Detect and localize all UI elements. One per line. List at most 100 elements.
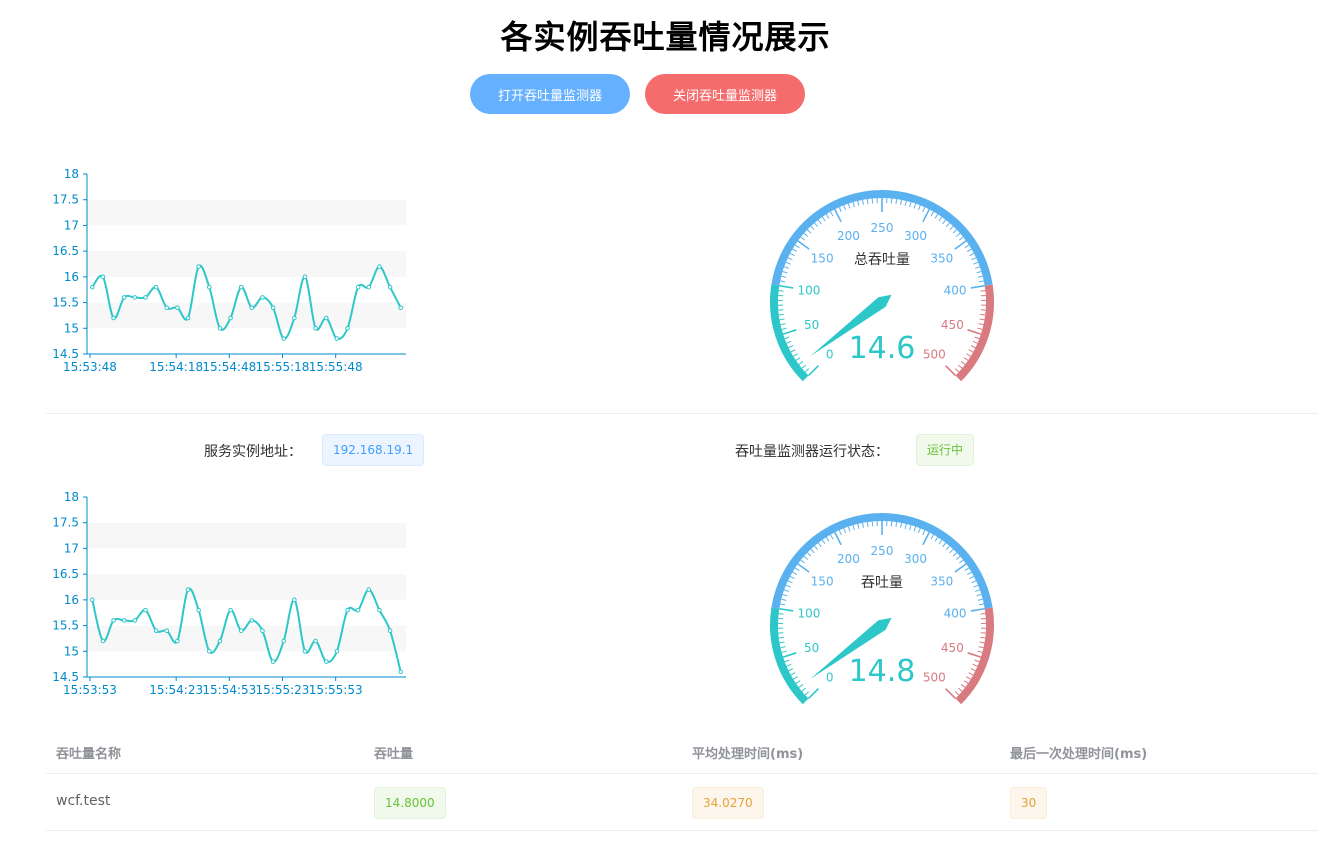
gauge-minor-tick — [964, 567, 970, 572]
y-tick-label: 18 — [64, 490, 79, 504]
gauge-value: 14.8 — [849, 654, 916, 689]
open-monitor-button[interactable]: 打开吞吐量监测器 — [470, 74, 630, 114]
gauge-minor-tick — [814, 545, 819, 551]
gauge-minor-tick — [793, 676, 798, 680]
service-address-label: 服务实例地址： — [204, 444, 302, 460]
data-point — [206, 284, 212, 290]
gauge-tick-label: 300 — [904, 229, 927, 243]
gauge-minor-tick — [830, 534, 834, 540]
gauge-minor-tick — [847, 526, 851, 532]
gauge-minor-tick — [790, 672, 796, 676]
gauge-minor-tick — [930, 534, 934, 540]
gauge-major-tick — [807, 688, 819, 700]
gauge-minor-tick — [780, 280, 786, 283]
gauge-tick-label: 250 — [871, 221, 894, 235]
gauge-minor-tick — [806, 229, 812, 234]
gauge-minor-tick — [954, 368, 960, 373]
gauge-minor-tick — [974, 336, 980, 340]
gauge-minor-tick — [794, 567, 800, 572]
gauge-minor-tick — [800, 236, 806, 241]
cell-name: wcf.test — [56, 793, 111, 809]
gauge-major-tick — [779, 284, 794, 289]
gauge-tick-label: 100 — [797, 283, 820, 297]
gauge-minor-tick — [969, 575, 975, 580]
grid-band — [87, 251, 406, 277]
gauge-minor-tick — [803, 555, 809, 560]
y-tick-label: 15 — [64, 321, 79, 335]
gauge-minor-tick — [942, 542, 947, 548]
gauge-minor-tick — [945, 545, 950, 551]
gauge-minor-tick — [825, 213, 830, 219]
gauge-minor-tick — [942, 219, 947, 225]
gauge-minor-tick — [817, 219, 822, 225]
x-tick-label: 15:55:18 — [256, 360, 310, 374]
gauge-minor-tick — [779, 318, 785, 321]
data-point — [153, 628, 159, 634]
data-point — [164, 628, 170, 634]
gauge-major-tick — [967, 329, 982, 335]
y-tick-label: 15.5 — [52, 296, 79, 310]
gauge-minor-tick — [788, 668, 794, 672]
grid-band — [87, 625, 406, 652]
total-throughput-gauge: 0 50 100 150200 250 300350 400 450 500 总吞吐量 14.6 — [770, 190, 994, 382]
gauge-minor-tick — [909, 201, 912, 208]
gauge-minor-tick — [964, 244, 970, 249]
data-point — [196, 607, 201, 613]
gauge-minor-tick — [783, 266, 790, 269]
gauge-minor-tick — [852, 201, 855, 208]
gauge-minor-tick — [780, 323, 786, 326]
gauge-minor-tick — [976, 270, 982, 274]
y-tick-label: 15 — [64, 644, 79, 658]
data-point — [270, 305, 276, 311]
gauge-value: 14.6 — [849, 331, 916, 366]
data-point — [302, 274, 308, 280]
cell-throughput-tag: 14.8000 — [374, 787, 446, 819]
data-point — [334, 648, 340, 654]
gauge-minor-tick — [798, 684, 804, 688]
x-tick-label: 15:54:23 — [149, 683, 203, 697]
instance-throughput-line-chart: 14.5 15 15.5 16 16.5 17 17.5 18 15:53:53 15:54:23… — [52, 490, 406, 697]
data-point — [143, 295, 148, 300]
gauge-minor-tick — [866, 198, 869, 205]
gauge-minor-tick — [790, 349, 796, 353]
grid-band — [87, 548, 406, 575]
data-point — [90, 597, 95, 603]
gauge-minor-tick — [801, 687, 807, 692]
data-point — [228, 607, 233, 613]
gauge-minor-tick — [778, 636, 784, 639]
grid-band — [87, 174, 406, 200]
gauge-minor-tick — [960, 361, 966, 365]
gauge-minor-tick — [980, 290, 986, 292]
gauge-minor-tick — [954, 691, 960, 696]
gauge-major-tick — [945, 365, 957, 377]
gauge-tick-label: 500 — [923, 670, 946, 684]
gauge-minor-tick — [949, 225, 954, 231]
y-tick-label: 18 — [64, 167, 79, 181]
gauge-minor-tick — [789, 575, 795, 580]
grid-band — [87, 225, 406, 252]
gauge-minor-tick — [792, 571, 798, 576]
gauge-minor-tick — [800, 559, 806, 564]
data-point — [281, 638, 287, 644]
gauge-minor-tick — [938, 216, 943, 222]
y-tick-label: 16 — [64, 593, 79, 607]
gauge-minor-tick — [952, 552, 958, 557]
gauge-minor-tick — [895, 521, 898, 528]
gauge-minor-tick — [821, 539, 826, 545]
data-point — [387, 628, 393, 634]
table-row[interactable]: wcf.test 14.8000 34.0270 30 — [46, 774, 1318, 831]
gauge-minor-tick — [966, 353, 971, 357]
close-monitor-button[interactable]: 关闭吞吐量监测器 — [645, 74, 805, 114]
x-tick-label: 15:55:48 — [309, 360, 363, 374]
gauge-minor-tick — [786, 663, 792, 667]
gauge-tick-label: 350 — [930, 252, 953, 266]
data-point — [185, 587, 191, 592]
grid-band — [87, 302, 406, 329]
gauge-minor-tick — [978, 323, 984, 326]
gauge-minor-tick — [895, 198, 898, 205]
gauge-minor-tick — [817, 542, 822, 548]
monitor-status-label: 吞吐量监测器运行状态： — [735, 444, 889, 460]
data-point — [132, 618, 138, 623]
gauge-major-tick — [922, 531, 930, 546]
gauge-tick-label: 50 — [804, 318, 819, 332]
